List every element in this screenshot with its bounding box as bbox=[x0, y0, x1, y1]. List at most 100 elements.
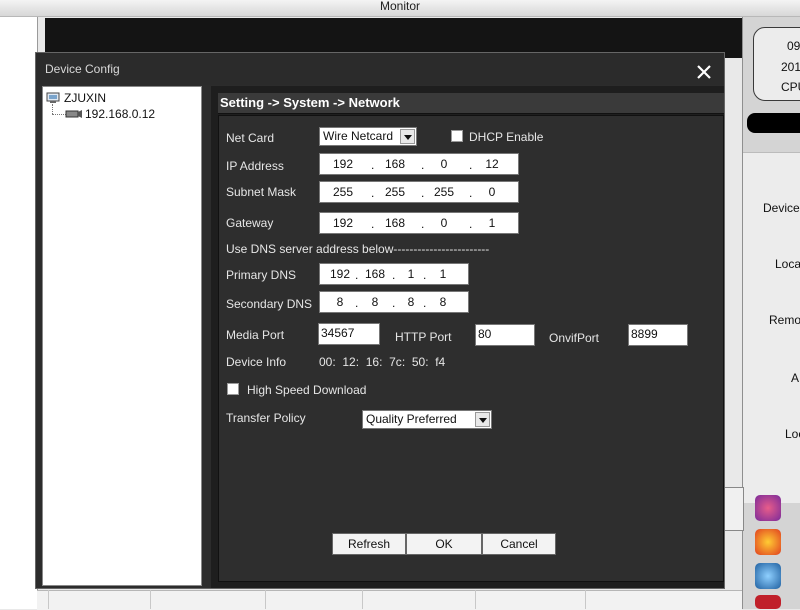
cpu-label: CPU bbox=[781, 80, 800, 94]
grid-line bbox=[48, 590, 49, 609]
http-port-label: HTTP Port bbox=[395, 330, 452, 344]
clock-time: 09 bbox=[787, 39, 800, 53]
secondary-dns-label: Secondary DNS bbox=[226, 297, 313, 311]
dns-section-label: Use DNS server address below------------… bbox=[226, 242, 490, 256]
media-port-label: Media Port bbox=[226, 328, 285, 342]
subnet-mask-field[interactable]: 255 . 255 . 255 . 0 bbox=[319, 181, 519, 203]
gateway-field[interactable]: 192 . 168 . 0 . 1 bbox=[319, 212, 519, 234]
tree-device-ip[interactable]: 192.168.0.12 bbox=[85, 107, 155, 121]
ip-octet: 8 bbox=[407, 295, 415, 309]
clock-date: 201 bbox=[781, 60, 800, 74]
ip-dot: . bbox=[392, 296, 396, 310]
mac-octet: f4 bbox=[435, 355, 446, 369]
ip-octet: 255 bbox=[332, 185, 354, 199]
app-title-bar: Monitor bbox=[0, 0, 800, 17]
app-icon-2[interactable] bbox=[755, 529, 781, 555]
ip-dot: . bbox=[421, 186, 425, 200]
primary-dns-label: Primary DNS bbox=[226, 268, 297, 282]
transfer-policy-label: Transfer Policy bbox=[226, 411, 306, 425]
ip-octet: 0 bbox=[440, 157, 448, 171]
menu-loc[interactable]: Loc bbox=[785, 427, 800, 441]
ip-octet: 168 bbox=[384, 216, 406, 230]
ip-octet: 1 bbox=[407, 267, 415, 281]
chevron-down-icon[interactable] bbox=[400, 129, 415, 144]
ip-dot: . bbox=[423, 268, 427, 282]
subnet-mask-label: Subnet Mask bbox=[226, 185, 297, 199]
ip-octet: 255 bbox=[384, 185, 406, 199]
right-dark-bar bbox=[747, 113, 800, 133]
onvif-port-input[interactable]: 8899 bbox=[628, 324, 688, 346]
refresh-button[interactable]: Refresh bbox=[332, 533, 406, 555]
ip-dot: . bbox=[371, 217, 375, 231]
clock-box: 09 201 CPU bbox=[753, 27, 800, 101]
ip-octet: 1 bbox=[439, 267, 447, 281]
ip-dot: . bbox=[421, 158, 425, 172]
right-side-panel: 09 201 CPU Device Loca Remo A Loc bbox=[742, 17, 800, 609]
ip-octet: 255 bbox=[433, 185, 455, 199]
grid-line bbox=[265, 590, 266, 609]
cancel-button[interactable]: Cancel bbox=[482, 533, 556, 555]
ip-octet: 192 bbox=[332, 216, 354, 230]
app-icon-3[interactable] bbox=[755, 563, 781, 589]
mac-octet: 16 bbox=[365, 355, 380, 369]
app-title: Monitor bbox=[379, 0, 420, 13]
mac-octet: 50 bbox=[411, 355, 426, 369]
menu-a[interactable]: A bbox=[791, 371, 799, 385]
device-tree: ZJUXIN 192.168.0.12 bbox=[42, 86, 202, 586]
dhcp-checkbox[interactable] bbox=[451, 130, 463, 142]
ip-octet: 192 bbox=[332, 157, 354, 171]
ip-dot: . bbox=[355, 268, 359, 282]
left-side-panel bbox=[0, 17, 38, 609]
net-card-label: Net Card bbox=[226, 131, 275, 145]
mac-octet: 12 bbox=[342, 355, 356, 369]
bottom-strip bbox=[37, 590, 742, 610]
ip-dot: . bbox=[469, 158, 473, 172]
camera-icon bbox=[65, 110, 82, 118]
breadcrumb-text: Setting -> System -> Network bbox=[220, 95, 400, 110]
onvif-port-label: OnvifPort bbox=[549, 331, 600, 345]
menu-device[interactable]: Device bbox=[763, 201, 800, 215]
ip-octet: 8 bbox=[371, 295, 379, 309]
ip-dot: . bbox=[392, 268, 396, 282]
chevron-down-icon[interactable] bbox=[475, 412, 490, 427]
ok-button[interactable]: OK bbox=[406, 533, 482, 555]
app-icon-1[interactable] bbox=[755, 495, 781, 521]
mac-octet: 7c bbox=[389, 355, 402, 369]
ip-octet: 168 bbox=[364, 267, 386, 281]
device-group-icon bbox=[46, 92, 60, 103]
ip-octet: 192 bbox=[329, 267, 351, 281]
net-card-select[interactable]: Wire Netcard bbox=[319, 127, 417, 146]
tree-line bbox=[52, 114, 66, 116]
tree-root[interactable]: ZJUXIN bbox=[64, 91, 106, 105]
app-icon-4[interactable] bbox=[755, 595, 781, 609]
ip-dot: . bbox=[371, 158, 375, 172]
grid-line bbox=[585, 590, 586, 609]
ip-octet: 8 bbox=[336, 295, 344, 309]
ip-dot: . bbox=[421, 217, 425, 231]
secondary-dns-field[interactable]: 8 . 8 . 8 . 8 bbox=[319, 291, 469, 313]
scrollbar[interactable] bbox=[724, 487, 744, 531]
dhcp-label: DHCP Enable bbox=[469, 130, 544, 144]
transfer-policy-select[interactable]: Quality Preferred bbox=[362, 410, 492, 429]
menu-local[interactable]: Loca bbox=[775, 257, 800, 271]
ip-octet: 8 bbox=[439, 295, 447, 309]
mac-address: 00: 12: 16: 7c: 50: f4 bbox=[319, 355, 446, 369]
high-speed-checkbox[interactable] bbox=[227, 383, 239, 395]
ip-address-field[interactable]: 192 . 168 . 0 . 12 bbox=[319, 153, 519, 175]
close-icon[interactable] bbox=[696, 64, 712, 80]
mac-octet: 00 bbox=[319, 355, 333, 369]
menu-remote[interactable]: Remo bbox=[769, 313, 800, 327]
ip-octet: 0 bbox=[440, 216, 448, 230]
transfer-policy-value: Quality Preferred bbox=[366, 412, 457, 426]
http-port-input[interactable]: 80 bbox=[475, 324, 535, 346]
ip-dot: . bbox=[423, 296, 427, 310]
grid-line bbox=[362, 590, 363, 609]
primary-dns-field[interactable]: 192 . 168 . 1 . 1 bbox=[319, 263, 469, 285]
device-info-label: Device Info bbox=[226, 355, 287, 369]
right-menu-area: Device Loca Remo A Loc bbox=[743, 152, 800, 503]
ip-octet: 1 bbox=[488, 216, 496, 230]
ip-dot: . bbox=[469, 217, 473, 231]
dialog-title: Device Config bbox=[45, 62, 120, 76]
dialog-title-bar[interactable]: Device Config bbox=[36, 53, 724, 85]
media-port-input[interactable]: 34567 bbox=[318, 323, 380, 345]
